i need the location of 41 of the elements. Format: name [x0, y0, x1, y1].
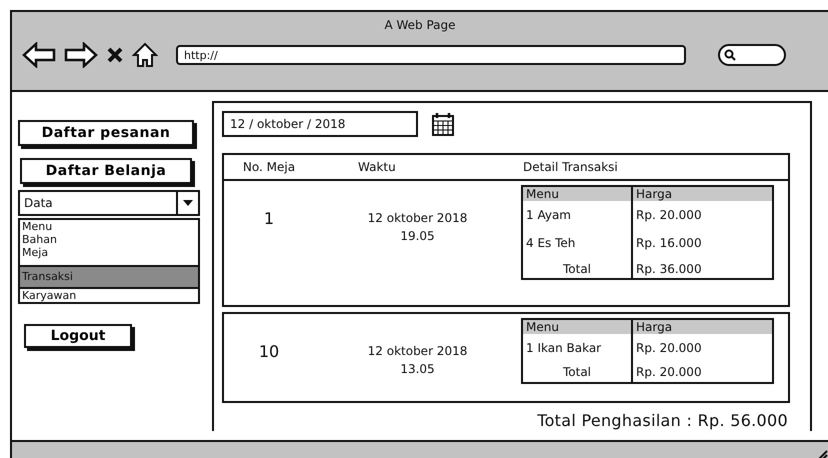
- column-header: Detail Transaksi: [522, 160, 619, 174]
- window-title: A Web Page: [384, 18, 456, 32]
- caret-icon: [183, 200, 193, 206]
- dropdown[interactable]: Data: [18, 190, 200, 216]
- total-value: Rp. 36.000: [635, 261, 703, 278]
- date-field[interactable]: 12 / oktober / 2018: [222, 111, 418, 137]
- column-header: Menu: [523, 320, 633, 334]
- column-header: Waktu: [357, 160, 397, 174]
- forward-icon[interactable]: [64, 42, 98, 68]
- total-label: Total: [523, 362, 633, 382]
- table-cell: 4 Es Teh: [523, 229, 633, 257]
- logout-button[interactable]: Logout: [24, 324, 132, 348]
- table-cell-text: Rp. 20.000: [635, 340, 703, 357]
- nav-button[interactable]: Daftar Belanja: [20, 158, 192, 184]
- table-cell-text: 1: [262, 208, 276, 230]
- table-cell: 1 Ayam: [523, 201, 633, 229]
- date-text: 12 oktober 2018: [368, 211, 468, 225]
- close-icon[interactable]: [106, 46, 124, 64]
- search-icon: [724, 49, 736, 61]
- calendar-icon[interactable]: [432, 112, 454, 136]
- menu-item[interactable]: Transaksi: [18, 265, 200, 289]
- total-value: Rp. 20.000: [635, 364, 703, 381]
- table-cell-text: 10: [258, 341, 280, 363]
- resize-grip-icon[interactable]: [818, 450, 828, 458]
- total-income: Total Penghasilan : Rp. 56.000: [537, 411, 788, 430]
- url-field[interactable]: http://: [176, 45, 686, 65]
- table-cell-text: Rp. 16.000: [635, 235, 703, 252]
- date-text: 12 oktober 2018: [368, 344, 468, 358]
- home-icon[interactable]: [132, 42, 158, 68]
- nav-button[interactable]: Daftar pesanan: [18, 120, 194, 146]
- time-text: 19.05: [400, 229, 435, 243]
- table-cell: 1 Ikan Bakar: [523, 334, 633, 362]
- total-label: Total: [523, 257, 633, 278]
- time-text: 13.05: [400, 362, 435, 376]
- column-header: Harga: [633, 320, 772, 334]
- column-header: No. Meja: [242, 160, 296, 174]
- back-icon[interactable]: [22, 42, 56, 68]
- table-cell-text: Rp. 20.000: [635, 207, 703, 224]
- column-header: Harga: [633, 187, 772, 201]
- column-header: Menu: [523, 187, 633, 201]
- search-field[interactable]: [718, 44, 786, 66]
